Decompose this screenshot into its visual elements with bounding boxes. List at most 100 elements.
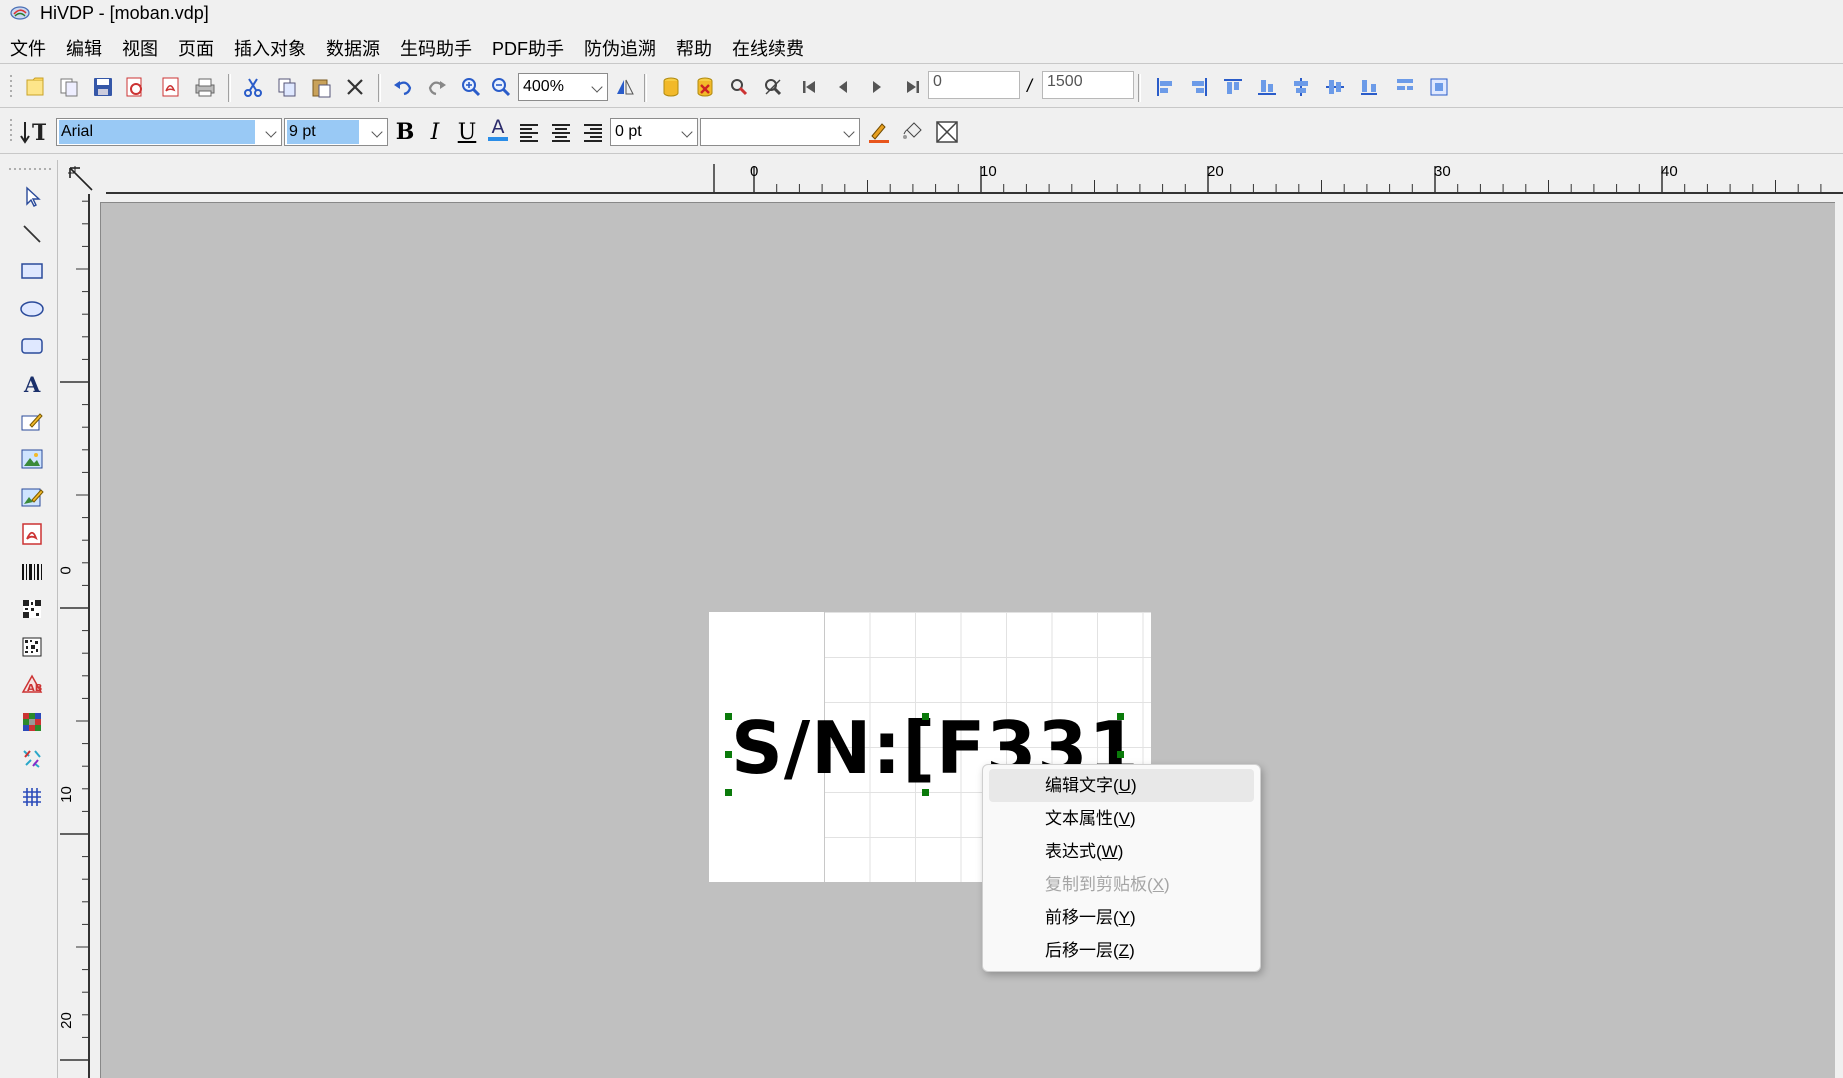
menu-anti-counterfeit[interactable]: 防伪追溯 [574, 34, 666, 64]
text-tool-icon[interactable]: A [18, 370, 46, 398]
variable-image-tool-icon[interactable] [18, 483, 46, 511]
find-icon[interactable] [726, 74, 752, 100]
ruler-origin-icon [68, 166, 93, 191]
pdf-tool-icon[interactable] [18, 520, 46, 548]
menu-expression[interactable]: 表达式(W) [989, 835, 1254, 868]
rounded-rect-tool-icon[interactable] [18, 332, 46, 360]
page-from-field[interactable]: 0 [928, 71, 1020, 99]
menu-help[interactable]: 帮助 [666, 34, 722, 64]
design-canvas[interactable]: S/N:[F331 [100, 202, 1835, 1078]
font-family-select[interactable]: Arial [56, 118, 282, 146]
style-select[interactable] [700, 118, 860, 146]
same-size-icon[interactable] [1426, 74, 1452, 100]
menu-view[interactable]: 视图 [112, 34, 168, 64]
menu-bring-forward[interactable]: 前移一层(Y) [989, 901, 1254, 934]
menu-file[interactable]: 文件 [0, 34, 56, 64]
print-icon[interactable] [192, 74, 218, 100]
menu-edit[interactable]: 编辑 [56, 34, 112, 64]
scatter-code-tool-icon[interactable] [18, 745, 46, 773]
menu-code-assistant[interactable]: 生码助手 [390, 34, 482, 64]
ruler-origin-button[interactable] [58, 160, 106, 194]
paste-icon[interactable] [308, 74, 334, 100]
selection-handle[interactable] [922, 789, 929, 796]
cut-icon[interactable] [240, 74, 266, 100]
first-record-icon[interactable] [796, 74, 822, 100]
align-right-icon[interactable] [1186, 74, 1212, 100]
delete-icon[interactable] [342, 74, 368, 100]
print-preview-icon[interactable] [122, 74, 148, 100]
title-bar: HiVDP - [moban.vdp] [0, 0, 1843, 26]
chevron-down-icon [265, 126, 277, 138]
zoom-select[interactable]: 400% [518, 73, 608, 101]
selection-handle[interactable] [725, 713, 732, 720]
palette-grip-icon [9, 168, 51, 170]
anti-fake-code-icon[interactable]: AB [18, 670, 46, 698]
barcode-tool-icon[interactable] [18, 558, 46, 586]
text-direction-icon[interactable]: T [20, 119, 46, 145]
distribute-horizontal-icon[interactable] [1356, 74, 1382, 100]
zoom-in-icon[interactable] [458, 74, 484, 100]
image-tool-icon[interactable] [18, 445, 46, 473]
qr-code-tool-icon[interactable] [18, 595, 46, 623]
hruler-label: 0 [750, 163, 759, 180]
mirror-icon[interactable] [612, 74, 638, 100]
menu-data-source[interactable]: 数据源 [316, 34, 390, 64]
select-pointer-icon[interactable] [18, 182, 46, 210]
align-text-center-icon[interactable] [548, 119, 574, 145]
new-file-icon[interactable] [22, 74, 48, 100]
line-color-icon[interactable] [866, 119, 892, 145]
selection-handle[interactable] [725, 789, 732, 796]
selection-handle[interactable] [1117, 713, 1124, 720]
align-bottom-icon[interactable] [1254, 74, 1280, 100]
distribute-vertical-icon[interactable] [1392, 74, 1418, 100]
toolbar-grip-icon [10, 119, 12, 141]
datamatrix-tool-icon[interactable] [18, 633, 46, 661]
undo-icon[interactable] [390, 74, 416, 100]
last-record-icon[interactable] [900, 74, 926, 100]
rich-text-tool-icon[interactable] [18, 408, 46, 436]
grid-table-tool-icon[interactable] [18, 783, 46, 811]
line-spacing-select[interactable]: 0 pt [610, 118, 698, 146]
no-border-icon[interactable] [934, 119, 960, 145]
align-text-left-icon[interactable] [516, 119, 542, 145]
menu-insert-object[interactable]: 插入对象 [224, 34, 316, 64]
zoom-out-icon[interactable] [488, 74, 514, 100]
chevron-down-icon [681, 126, 693, 138]
ellipse-tool-icon[interactable] [18, 295, 46, 323]
bold-button[interactable]: B [392, 119, 418, 145]
menu-renew-online[interactable]: 在线续费 [722, 34, 814, 64]
export-pdf-icon[interactable] [158, 74, 184, 100]
toolbar-grip-icon [10, 75, 12, 97]
previous-record-icon[interactable] [830, 74, 856, 100]
database-delete-icon[interactable] [692, 74, 718, 100]
align-text-right-icon[interactable] [580, 119, 606, 145]
copy-icon[interactable] [274, 74, 300, 100]
fill-color-icon[interactable] [900, 119, 926, 145]
redo-icon[interactable] [424, 74, 450, 100]
selection-handle[interactable] [922, 713, 929, 720]
page-total-field[interactable]: 1500 [1042, 71, 1134, 99]
save-icon[interactable] [90, 74, 116, 100]
underline-button[interactable]: U [454, 119, 480, 145]
align-center-vertical-icon[interactable] [1322, 74, 1348, 100]
line-tool-icon[interactable] [18, 220, 46, 248]
menu-pdf-assistant[interactable]: PDF助手 [482, 34, 574, 64]
rectangle-tool-icon[interactable] [18, 257, 46, 285]
menu-text-properties[interactable]: 文本属性(V) [989, 802, 1254, 835]
selection-handle[interactable] [1117, 751, 1124, 758]
database-icon[interactable] [658, 74, 684, 100]
menu-page[interactable]: 页面 [168, 34, 224, 64]
align-center-horizontal-icon[interactable] [1288, 74, 1314, 100]
next-record-icon[interactable] [864, 74, 890, 100]
align-left-icon[interactable] [1152, 74, 1178, 100]
font-size-select[interactable]: 9 pt [284, 118, 388, 146]
color-code-tool-icon[interactable] [18, 708, 46, 736]
align-top-icon[interactable] [1220, 74, 1246, 100]
find-replace-icon[interactable] [760, 74, 786, 100]
menu-send-backward[interactable]: 后移一层(Z) [989, 934, 1254, 967]
menu-edit-text[interactable]: 编辑文字(U) [989, 769, 1254, 802]
italic-button[interactable]: I [422, 119, 448, 145]
selection-handle[interactable] [725, 751, 732, 758]
font-color-button[interactable]: A [485, 116, 511, 142]
open-template-icon[interactable] [56, 74, 82, 100]
